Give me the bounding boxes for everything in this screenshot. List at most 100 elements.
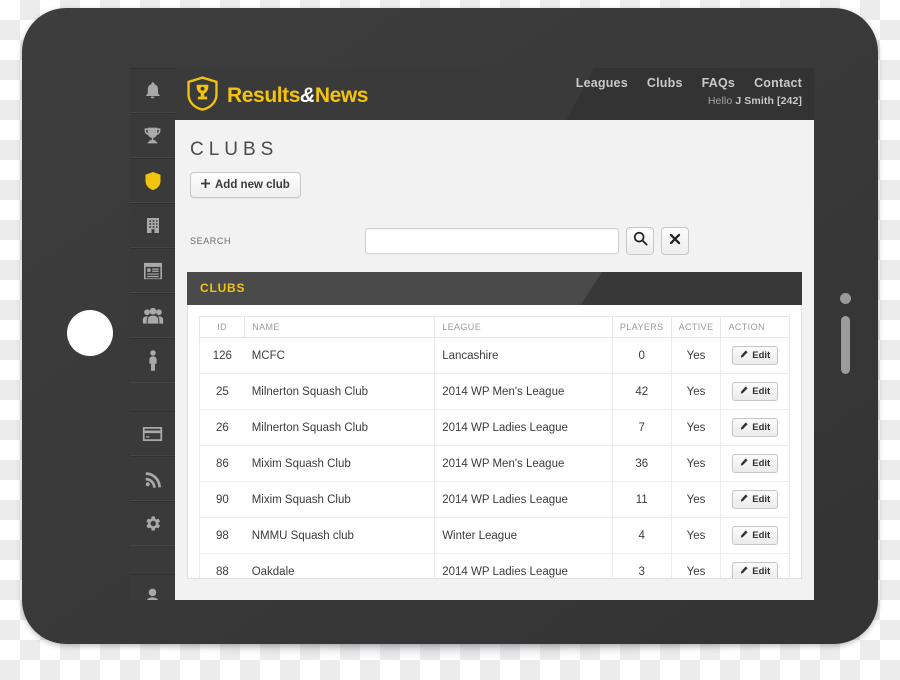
cell-id: 98 bbox=[198, 517, 245, 554]
column-header-name[interactable]: NAME bbox=[244, 316, 436, 338]
user-greeting: Hello J Smith [242] bbox=[576, 95, 802, 107]
table-row[interactable]: 25 Milnerton Squash Club 2014 WP Men's Lea… bbox=[198, 373, 790, 410]
sidebar-item-clubs[interactable] bbox=[130, 158, 175, 203]
cell-name: Oakdale bbox=[244, 553, 435, 578]
edit-button-label: Edit bbox=[752, 386, 771, 397]
add-new-club-label: Add new club bbox=[215, 179, 290, 191]
home-button[interactable] bbox=[67, 310, 113, 356]
top-header: Results&News Leagues Clubs FAQs Contact … bbox=[175, 68, 814, 120]
clear-search-button[interactable] bbox=[661, 227, 689, 255]
edit-button[interactable]: Edit bbox=[732, 454, 779, 473]
cell-id: 25 bbox=[198, 373, 245, 410]
brand-logo[interactable]: Results&News bbox=[186, 76, 368, 116]
cell-active: Yes bbox=[670, 553, 721, 578]
edit-button-label: Edit bbox=[752, 458, 771, 469]
user-icon bbox=[144, 588, 161, 600]
column-header-players[interactable]: PLAYERS bbox=[611, 316, 672, 338]
edit-button[interactable]: Edit bbox=[732, 562, 779, 578]
cell-id: 88 bbox=[198, 553, 245, 578]
edit-button-label: Edit bbox=[752, 530, 771, 541]
edit-button[interactable]: Edit bbox=[732, 526, 779, 545]
table-row[interactable]: 98 NMMU Squash club Winter League 4 Yes Edit bbox=[198, 517, 790, 554]
clubs-table: ID NAME LEAGUE PLAYERS ACTIVE ACTION 126… bbox=[198, 316, 790, 578]
table-row[interactable]: 126 MCFC Lancashire 0 Yes Edit bbox=[198, 337, 790, 374]
panel-diagonal-accent bbox=[580, 272, 802, 305]
sidebar-item-notifications[interactable] bbox=[130, 68, 175, 113]
column-header-active[interactable]: ACTIVE bbox=[670, 316, 722, 338]
search-label: SEARCH bbox=[190, 236, 232, 246]
greeting-username[interactable]: J Smith [242] bbox=[735, 95, 802, 107]
edit-button-label: Edit bbox=[752, 422, 771, 433]
app-container: Results&News Leagues Clubs FAQs Contact … bbox=[175, 68, 814, 600]
cell-id: 90 bbox=[198, 481, 245, 518]
rss-icon bbox=[144, 470, 162, 488]
edit-button[interactable]: Edit bbox=[732, 418, 779, 437]
nav-contact[interactable]: Contact bbox=[754, 76, 802, 90]
edit-button[interactable]: Edit bbox=[732, 490, 779, 509]
cell-id: 26 bbox=[198, 409, 245, 446]
cell-action: Edit bbox=[720, 337, 790, 374]
brand-name: Results&News bbox=[227, 84, 369, 107]
cell-name: Mixim Squash Club bbox=[244, 445, 435, 482]
column-header-id[interactable]: ID bbox=[198, 316, 246, 338]
sidebar-item-settings[interactable] bbox=[130, 501, 175, 546]
cell-action: Edit bbox=[720, 553, 790, 578]
add-new-club-button[interactable]: Add new club bbox=[190, 172, 301, 198]
content-area: CLUBS Add new club SEARCH CLUBS ID NAME … bbox=[175, 120, 814, 579]
cell-league: 2014 WP Ladies League bbox=[434, 481, 613, 518]
cell-name: MCFC bbox=[244, 337, 435, 374]
greeting-prefix: Hello bbox=[707, 95, 733, 107]
pencil-icon bbox=[740, 566, 748, 577]
cell-league: Lancashire bbox=[434, 337, 613, 374]
bell-icon bbox=[143, 81, 162, 100]
cell-action: Edit bbox=[720, 517, 790, 554]
search-row: SEARCH bbox=[187, 220, 802, 262]
edit-button-label: Edit bbox=[752, 566, 771, 577]
sidebar-item-feed[interactable] bbox=[130, 456, 175, 501]
camera-dot bbox=[840, 293, 851, 304]
cell-action: Edit bbox=[720, 481, 790, 518]
sidebar-item-payments[interactable] bbox=[130, 411, 175, 456]
nav-clubs[interactable]: Clubs bbox=[647, 76, 683, 90]
sidebar-item-fixtures[interactable] bbox=[130, 248, 175, 293]
pencil-icon bbox=[740, 458, 748, 469]
cell-active: Yes bbox=[670, 481, 721, 518]
sidebar bbox=[130, 68, 175, 600]
shield-trophy-icon bbox=[186, 76, 219, 116]
search-button[interactable] bbox=[626, 227, 654, 255]
table-header-row: ID NAME LEAGUE PLAYERS ACTIVE ACTION bbox=[198, 316, 790, 338]
cell-players: 42 bbox=[611, 373, 672, 410]
table-row[interactable]: 88 Oakdale 2014 WP Ladies League 3 Yes Edit bbox=[198, 553, 790, 578]
clubs-panel: CLUBS ID NAME LEAGUE PLAYERS ACTIVE ACTI… bbox=[187, 272, 802, 579]
table-body: 126 MCFC Lancashire 0 Yes Edit 25 Milnerton Squ… bbox=[198, 337, 790, 578]
cell-active: Yes bbox=[670, 445, 721, 482]
sidebar-item-leagues[interactable] bbox=[130, 113, 175, 158]
page-title: CLUBS bbox=[190, 139, 279, 160]
nav-leagues[interactable]: Leagues bbox=[576, 76, 628, 90]
pencil-icon bbox=[740, 422, 748, 433]
sidebar-item-account[interactable] bbox=[130, 574, 175, 600]
pencil-icon bbox=[740, 350, 748, 361]
credit-card-icon bbox=[142, 426, 163, 442]
sidebar-item-teams[interactable] bbox=[130, 293, 175, 338]
tablet-screen: Results&News Leagues Clubs FAQs Contact … bbox=[130, 68, 814, 600]
column-header-league[interactable]: LEAGUE bbox=[434, 316, 613, 338]
cell-league: 2014 WP Ladies League bbox=[434, 409, 613, 446]
panel-title: CLUBS bbox=[200, 281, 246, 295]
nav-faqs[interactable]: FAQs bbox=[702, 76, 735, 90]
pencil-icon bbox=[740, 494, 748, 505]
table-row[interactable]: 86 Mixim Squash Club 2014 WP Men's League 3… bbox=[198, 445, 790, 482]
table-header: ID NAME LEAGUE PLAYERS ACTIVE ACTION bbox=[198, 316, 790, 338]
sidebar-item-venues[interactable] bbox=[130, 203, 175, 248]
cell-active: Yes bbox=[670, 409, 721, 446]
person-icon bbox=[147, 350, 159, 371]
edit-button[interactable]: Edit bbox=[732, 346, 779, 365]
scroll-indicator[interactable] bbox=[841, 316, 850, 374]
edit-button[interactable]: Edit bbox=[732, 382, 779, 401]
table-row[interactable]: 26 Milnerton Squash Club 2014 WP Ladies Le… bbox=[198, 409, 790, 446]
sidebar-item-players[interactable] bbox=[130, 338, 175, 383]
table-row[interactable]: 90 Mixim Squash Club 2014 WP Ladies League… bbox=[198, 481, 790, 518]
cell-action: Edit bbox=[720, 445, 790, 482]
search-input[interactable] bbox=[365, 228, 619, 254]
cell-active: Yes bbox=[670, 337, 721, 374]
